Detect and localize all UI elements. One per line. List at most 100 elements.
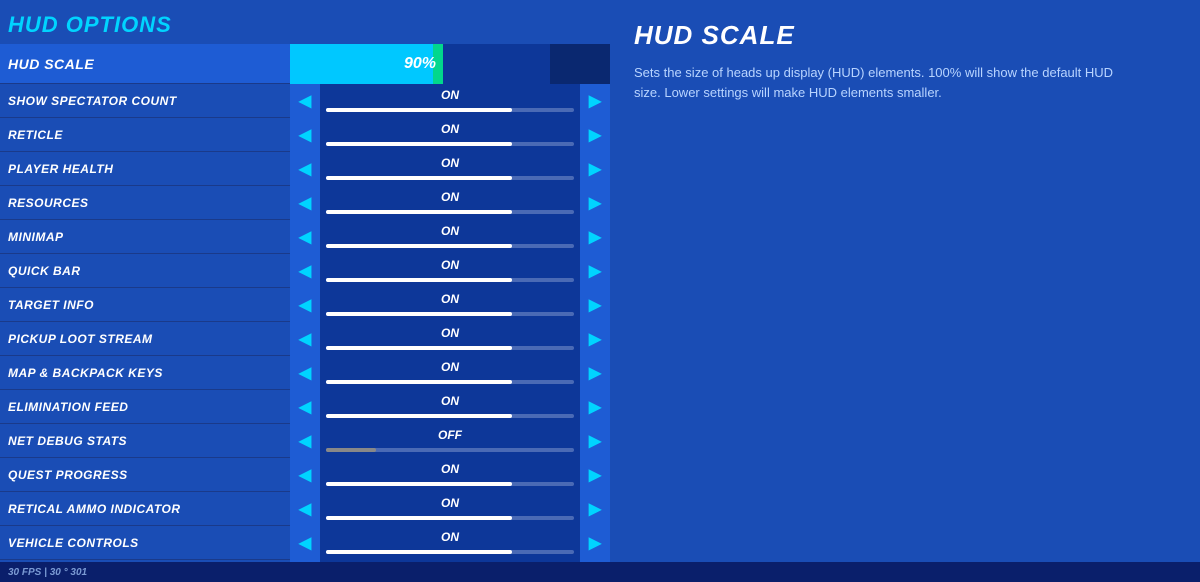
slider-track-9 [326,414,574,418]
slider-container-13: ON [320,526,580,560]
left-arrow-8[interactable]: ◀ [290,356,320,390]
slider-fill-3 [326,210,512,214]
left-arrow-3[interactable]: ◀ [290,186,320,220]
settings-list: SHOW SPECTATOR COUNT ◀ ON ▶ RETICLE ◀ [0,84,610,562]
left-panel: HUD OPTIONS HUD SCALE 90% SHOW SPECTATOR… [0,0,610,562]
fps-counter: 30 FPS | 30 ° 301 [8,567,87,578]
left-arrow-1[interactable]: ◀ [290,118,320,152]
panel-title: HUD OPTIONS [0,8,610,44]
left-arrow-13[interactable]: ◀ [290,526,320,560]
slider-track-8 [326,380,574,384]
setting-name-8: MAP & BACKPACK KEYS [0,366,290,380]
slider-fill-4 [326,244,512,248]
right-arrow-13[interactable]: ▶ [580,526,610,560]
slider-fill-0 [326,108,512,112]
left-arrow-9[interactable]: ◀ [290,390,320,424]
value-7: ON [320,326,580,340]
value-10: OFF [320,428,580,442]
setting-control-0: ◀ ON ▶ [290,84,610,118]
value-2: ON [320,156,580,170]
right-arrow-11[interactable]: ▶ [580,458,610,492]
setting-control-14: ◀ OFF ▶ [290,560,610,563]
left-arrow-7[interactable]: ◀ [290,322,320,356]
right-arrow-8[interactable]: ▶ [580,356,610,390]
hud-scale-value: 90% [290,55,550,73]
right-arrow-0[interactable]: ▶ [580,84,610,118]
setting-row-minimap: MINIMAP ◀ ON ▶ [0,220,610,254]
right-arrow-3[interactable]: ▶ [580,186,610,220]
setting-name-11: QUEST PROGRESS [0,468,290,482]
slider-track-10 [326,448,574,452]
slider-fill-1 [326,142,512,146]
setting-row-net-debug-stats: NET DEBUG STATS ◀ OFF ▶ [0,424,610,458]
right-arrow-7[interactable]: ▶ [580,322,610,356]
setting-row-vehicle-controls: VEHICLE CONTROLS ◀ ON ▶ [0,526,610,560]
slider-container-5: ON [320,254,580,288]
left-arrow-6[interactable]: ◀ [290,288,320,322]
right-arrow-12[interactable]: ▶ [580,492,610,526]
setting-control-5: ◀ ON ▶ [290,254,610,288]
setting-control-4: ◀ ON ▶ [290,220,610,254]
setting-row-resources: RESOURCES ◀ ON ▶ [0,186,610,220]
setting-name-0: SHOW SPECTATOR COUNT [0,94,290,108]
setting-row-quick-bar: QUICK BAR ◀ ON ▶ [0,254,610,288]
slider-container-6: ON [320,288,580,322]
left-arrow-12[interactable]: ◀ [290,492,320,526]
slider-track-3 [326,210,574,214]
setting-control-8: ◀ ON ▶ [290,356,610,390]
value-4: ON [320,224,580,238]
setting-row-pickup-loot-stream: PICKUP LOOT STREAM ◀ ON ▶ [0,322,610,356]
slider-container-10: OFF [320,424,580,458]
right-arrow-9[interactable]: ▶ [580,390,610,424]
slider-track-2 [326,176,574,180]
slider-fill-9 [326,414,512,418]
slider-container-2: ON [320,152,580,186]
setting-name-1: RETICLE [0,128,290,142]
hud-scale-slider[interactable]: 90% [290,44,550,84]
value-0: ON [320,88,580,102]
slider-fill-2 [326,176,512,180]
setting-name-4: MINIMAP [0,230,290,244]
main-container: HUD OPTIONS HUD SCALE 90% SHOW SPECTATOR… [0,0,1200,562]
setting-control-2: ◀ ON ▶ [290,152,610,186]
setting-control-7: ◀ ON ▶ [290,322,610,356]
setting-control-9: ◀ ON ▶ [290,390,610,424]
slider-container-12: ON [320,492,580,526]
detail-description: Sets the size of heads up display (HUD) … [634,63,1114,102]
hud-scale-label: HUD SCALE [0,56,290,72]
setting-name-5: QUICK BAR [0,264,290,278]
slider-container-11: ON [320,458,580,492]
setting-row-retical-ammo-indicator: RETICAL AMMO INDICATOR ◀ ON ▶ [0,492,610,526]
right-arrow-2[interactable]: ▶ [580,152,610,186]
slider-track-7 [326,346,574,350]
hud-scale-control: 90% [290,44,610,84]
setting-row-elimination-feed: ELIMINATION FEED ◀ ON ▶ [0,390,610,424]
right-arrow-6[interactable]: ▶ [580,288,610,322]
slider-fill-5 [326,278,512,282]
right-arrow-1[interactable]: ▶ [580,118,610,152]
right-panel: HUD SCALE Sets the size of heads up disp… [610,0,1200,562]
slider-track-1 [326,142,574,146]
left-arrow-0[interactable]: ◀ [290,84,320,118]
value-1: ON [320,122,580,136]
slider-container-4: ON [320,220,580,254]
right-arrow-4[interactable]: ▶ [580,220,610,254]
setting-control-10: ◀ OFF ▶ [290,424,610,458]
left-arrow-11[interactable]: ◀ [290,458,320,492]
right-arrow-5[interactable]: ▶ [580,254,610,288]
slider-container-1: ON [320,118,580,152]
slider-fill-10 [326,448,376,452]
left-arrow-10[interactable]: ◀ [290,424,320,458]
left-arrow-2[interactable]: ◀ [290,152,320,186]
setting-name-7: PICKUP LOOT STREAM [0,332,290,346]
left-arrow-4[interactable]: ◀ [290,220,320,254]
setting-row-player-health: PLAYER HEALTH ◀ ON ▶ [0,152,610,186]
slider-fill-13 [326,550,512,554]
left-arrow-5[interactable]: ◀ [290,254,320,288]
right-arrow-10[interactable]: ▶ [580,424,610,458]
slider-container-0: ON [320,84,580,118]
hud-scale-end [550,44,610,84]
setting-control-3: ◀ ON ▶ [290,186,610,220]
slider-track-4 [326,244,574,248]
setting-control-1: ◀ ON ▶ [290,118,610,152]
